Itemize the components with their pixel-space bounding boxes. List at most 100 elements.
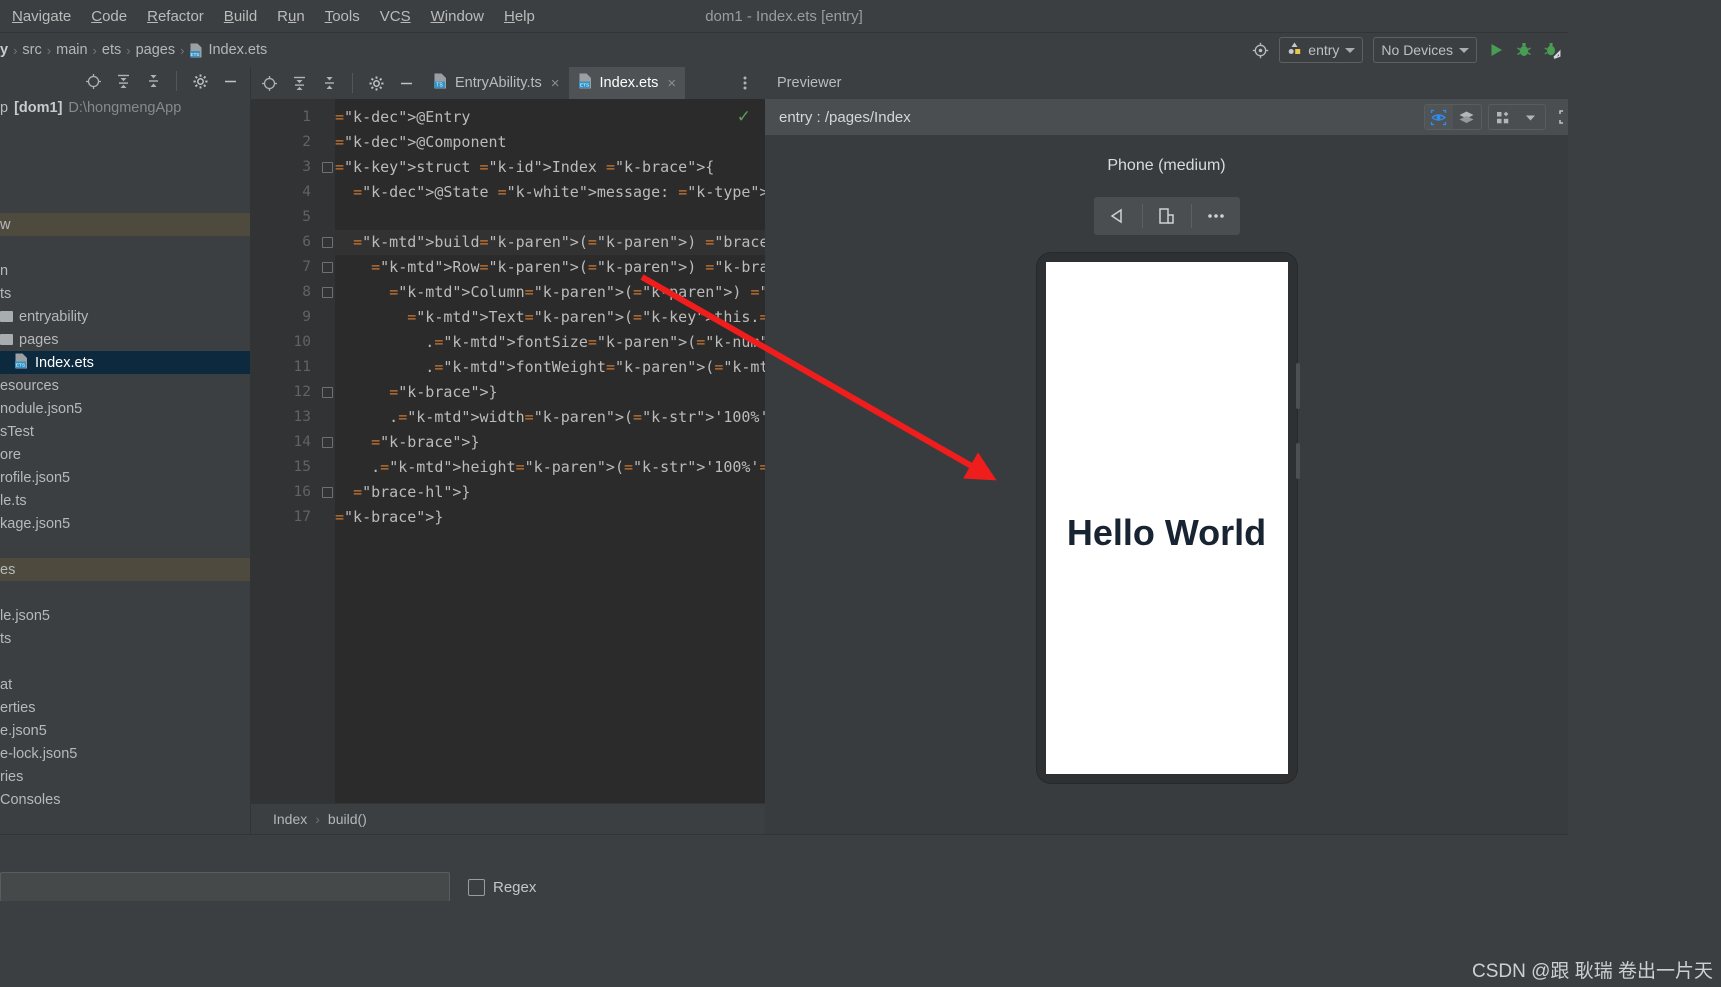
fold-end-column[interactable]: [319, 380, 335, 405]
code-line[interactable]: ="k-mtd">Column="k-paren">(="k-paren">) …: [335, 280, 765, 305]
code-line[interactable]: ="k-mtd">Text="k-paren">(="k-key">this.=…: [335, 305, 765, 330]
breadcrumb-item-1[interactable]: src: [17, 42, 46, 58]
tree-item-e-lock-json5[interactable]: e-lock.json5: [0, 742, 250, 765]
debug-icon[interactable]: [1510, 36, 1538, 64]
fold-marker-row[interactable]: [319, 255, 335, 280]
device-preview-frame[interactable]: Hello World: [1036, 253, 1300, 783]
multi-device-icon[interactable]: [1489, 105, 1517, 129]
status-breadcrumb-index[interactable]: Index: [273, 811, 307, 827]
collapse-icon[interactable]: [285, 69, 313, 97]
tree-item-n[interactable]: n: [0, 259, 250, 282]
settings-icon[interactable]: [362, 69, 390, 97]
menu-build[interactable]: Build: [214, 5, 267, 28]
tree-item-entryability[interactable]: entryability: [0, 305, 250, 328]
tree-item-index-ets[interactable]: ETS Index.ets: [0, 351, 250, 374]
code-content[interactable]: ="k-dec">@Entry ="k-dec">@Component ="k-ke…: [335, 99, 765, 803]
status-breadcrumb-build[interactable]: build(): [328, 811, 367, 827]
editor-tab-entryability[interactable]: TS EntryAbility.ts ×: [424, 67, 569, 99]
rotate-back-icon[interactable]: [1094, 197, 1142, 235]
expand-all-icon[interactable]: [139, 67, 167, 95]
inspect-eye-icon[interactable]: [1424, 105, 1453, 129]
menu-tools[interactable]: Tools: [315, 5, 370, 28]
menu-window[interactable]: Window: [421, 5, 494, 28]
fold-end-build[interactable]: [319, 480, 335, 505]
inspection-status-icon[interactable]: ✓: [737, 107, 751, 127]
tree-item-nodule-json5[interactable]: nodule.json5: [0, 397, 250, 420]
close-icon[interactable]: ×: [667, 75, 676, 92]
code-line[interactable]: ="k-mtd">Row="k-paren">(="k-paren">) ="k…: [335, 255, 765, 280]
tree-item-consoles[interactable]: Consoles: [0, 788, 250, 811]
menu-run[interactable]: Run: [267, 5, 315, 28]
search-input[interactable]: [0, 872, 450, 901]
code-line[interactable]: .="k-mtd">fontWeight="k-paren">(="k-mtd"…: [335, 355, 765, 380]
breadcrumb-item-3[interactable]: ets: [97, 42, 126, 58]
code-line[interactable]: ="k-brace">}: [335, 380, 765, 405]
close-icon[interactable]: ×: [551, 75, 560, 92]
fold-marker-struct[interactable]: [319, 155, 335, 180]
hide-icon[interactable]: [392, 69, 420, 97]
device-selector[interactable]: No Devices: [1373, 37, 1477, 63]
locate-icon[interactable]: [255, 69, 283, 97]
tree-item-stest[interactable]: sTest: [0, 420, 250, 443]
breadcrumb-item-0[interactable]: y: [0, 42, 13, 58]
menu-help[interactable]: Help: [494, 5, 545, 28]
tree-item-ries[interactable]: ries: [0, 765, 250, 788]
device-screen[interactable]: Hello World: [1045, 262, 1288, 774]
run-configuration-selector[interactable]: entry: [1279, 37, 1364, 63]
hide-icon[interactable]: [216, 67, 244, 95]
tree-item-pages[interactable]: pages: [0, 328, 250, 351]
tree-item-le-json5[interactable]: le.json5: [0, 604, 250, 627]
tree-item-ts[interactable]: ts: [0, 282, 250, 305]
regex-checkbox[interactable]: [468, 878, 485, 896]
fold-marker-column[interactable]: [319, 280, 335, 305]
layers-icon[interactable]: [1453, 105, 1481, 129]
tree-item-erties[interactable]: erties: [0, 696, 250, 719]
code-line[interactable]: ="k-dec">@Entry: [335, 105, 765, 130]
code-line[interactable]: ="k-brace">}: [335, 430, 765, 455]
editor-tab-index[interactable]: ETS Index.ets ×: [568, 67, 686, 99]
code-line[interactable]: .="k-mtd">fontSize="k-paren">(="k-num">5…: [335, 330, 765, 355]
run-icon[interactable]: [1482, 36, 1510, 64]
tree-item-e-json5[interactable]: e.json5: [0, 719, 250, 742]
breadcrumb-item-4[interactable]: pages: [131, 42, 181, 58]
rotate-device-icon[interactable]: [1143, 197, 1191, 235]
tree-item-le-ts[interactable]: le.ts: [0, 489, 250, 512]
tree-item-ts[interactable]: ts: [0, 627, 250, 650]
font-size-icon[interactable]: TT: [1565, 69, 1568, 97]
code-line[interactable]: ="k-dec">@Component: [335, 130, 765, 155]
locate-icon[interactable]: [79, 67, 107, 95]
attach-debugger-icon[interactable]: [1538, 36, 1566, 64]
more-vertical-icon[interactable]: [731, 69, 759, 97]
project-root-row[interactable]: p [dom1] D:\hongmengApp: [0, 95, 250, 121]
tree-item-ore[interactable]: ore: [0, 443, 250, 466]
previewer-canvas[interactable]: Phone (medium) Hello World: [765, 135, 1568, 834]
tree-item-rofile-json5[interactable]: rofile.json5: [0, 466, 250, 489]
fold-marker-build[interactable]: [319, 230, 335, 255]
code-line[interactable]: ="k-dec">@State ="k-white">message: ="k-…: [335, 180, 765, 205]
menu-code[interactable]: Code: [81, 5, 137, 28]
code-line[interactable]: ="k-key">struct ="k-id">Index ="k-brace"…: [335, 155, 765, 180]
tree-item-esources[interactable]: esources: [0, 374, 250, 397]
tree-item-es[interactable]: es: [0, 558, 250, 581]
code-line[interactable]: ="k-brace">}: [335, 505, 765, 530]
code-editor[interactable]: 1 2 3 4 5 6 7 8 9 10 11 12 13 14 15 16 17: [251, 99, 765, 803]
code-line[interactable]: .="k-mtd">width="k-paren">(="k-str">'100…: [335, 405, 765, 430]
code-line[interactable]: ="brace-hl">}: [335, 480, 765, 505]
tree-item-kage-json5[interactable]: kage.json5: [0, 512, 250, 535]
more-horizontal-icon[interactable]: [1192, 197, 1240, 235]
code-line[interactable]: .="k-mtd">height="k-paren">(="k-str">'10…: [335, 455, 765, 480]
menu-vcs[interactable]: VCS: [370, 5, 421, 28]
code-folding-column[interactable]: [319, 99, 335, 803]
target-icon[interactable]: [1246, 36, 1274, 64]
fold-end-row[interactable]: [319, 430, 335, 455]
collapse-all-icon[interactable]: [109, 67, 137, 95]
fit-to-window-icon[interactable]: [1552, 103, 1568, 131]
menu-navigate[interactable]: NNavigateavigate: [2, 5, 81, 28]
stop-icon[interactable]: [1566, 36, 1568, 64]
menu-refactor[interactable]: Refactor: [137, 5, 214, 28]
settings-icon[interactable]: [186, 67, 214, 95]
tree-item-w[interactable]: w: [0, 213, 250, 236]
breadcrumb-item-5[interactable]: ETS Index.ets: [184, 42, 272, 58]
code-line[interactable]: ="k-mtd">build="k-paren">(="k-paren">) =…: [335, 230, 765, 255]
chevron-down-icon[interactable]: [1517, 105, 1545, 129]
